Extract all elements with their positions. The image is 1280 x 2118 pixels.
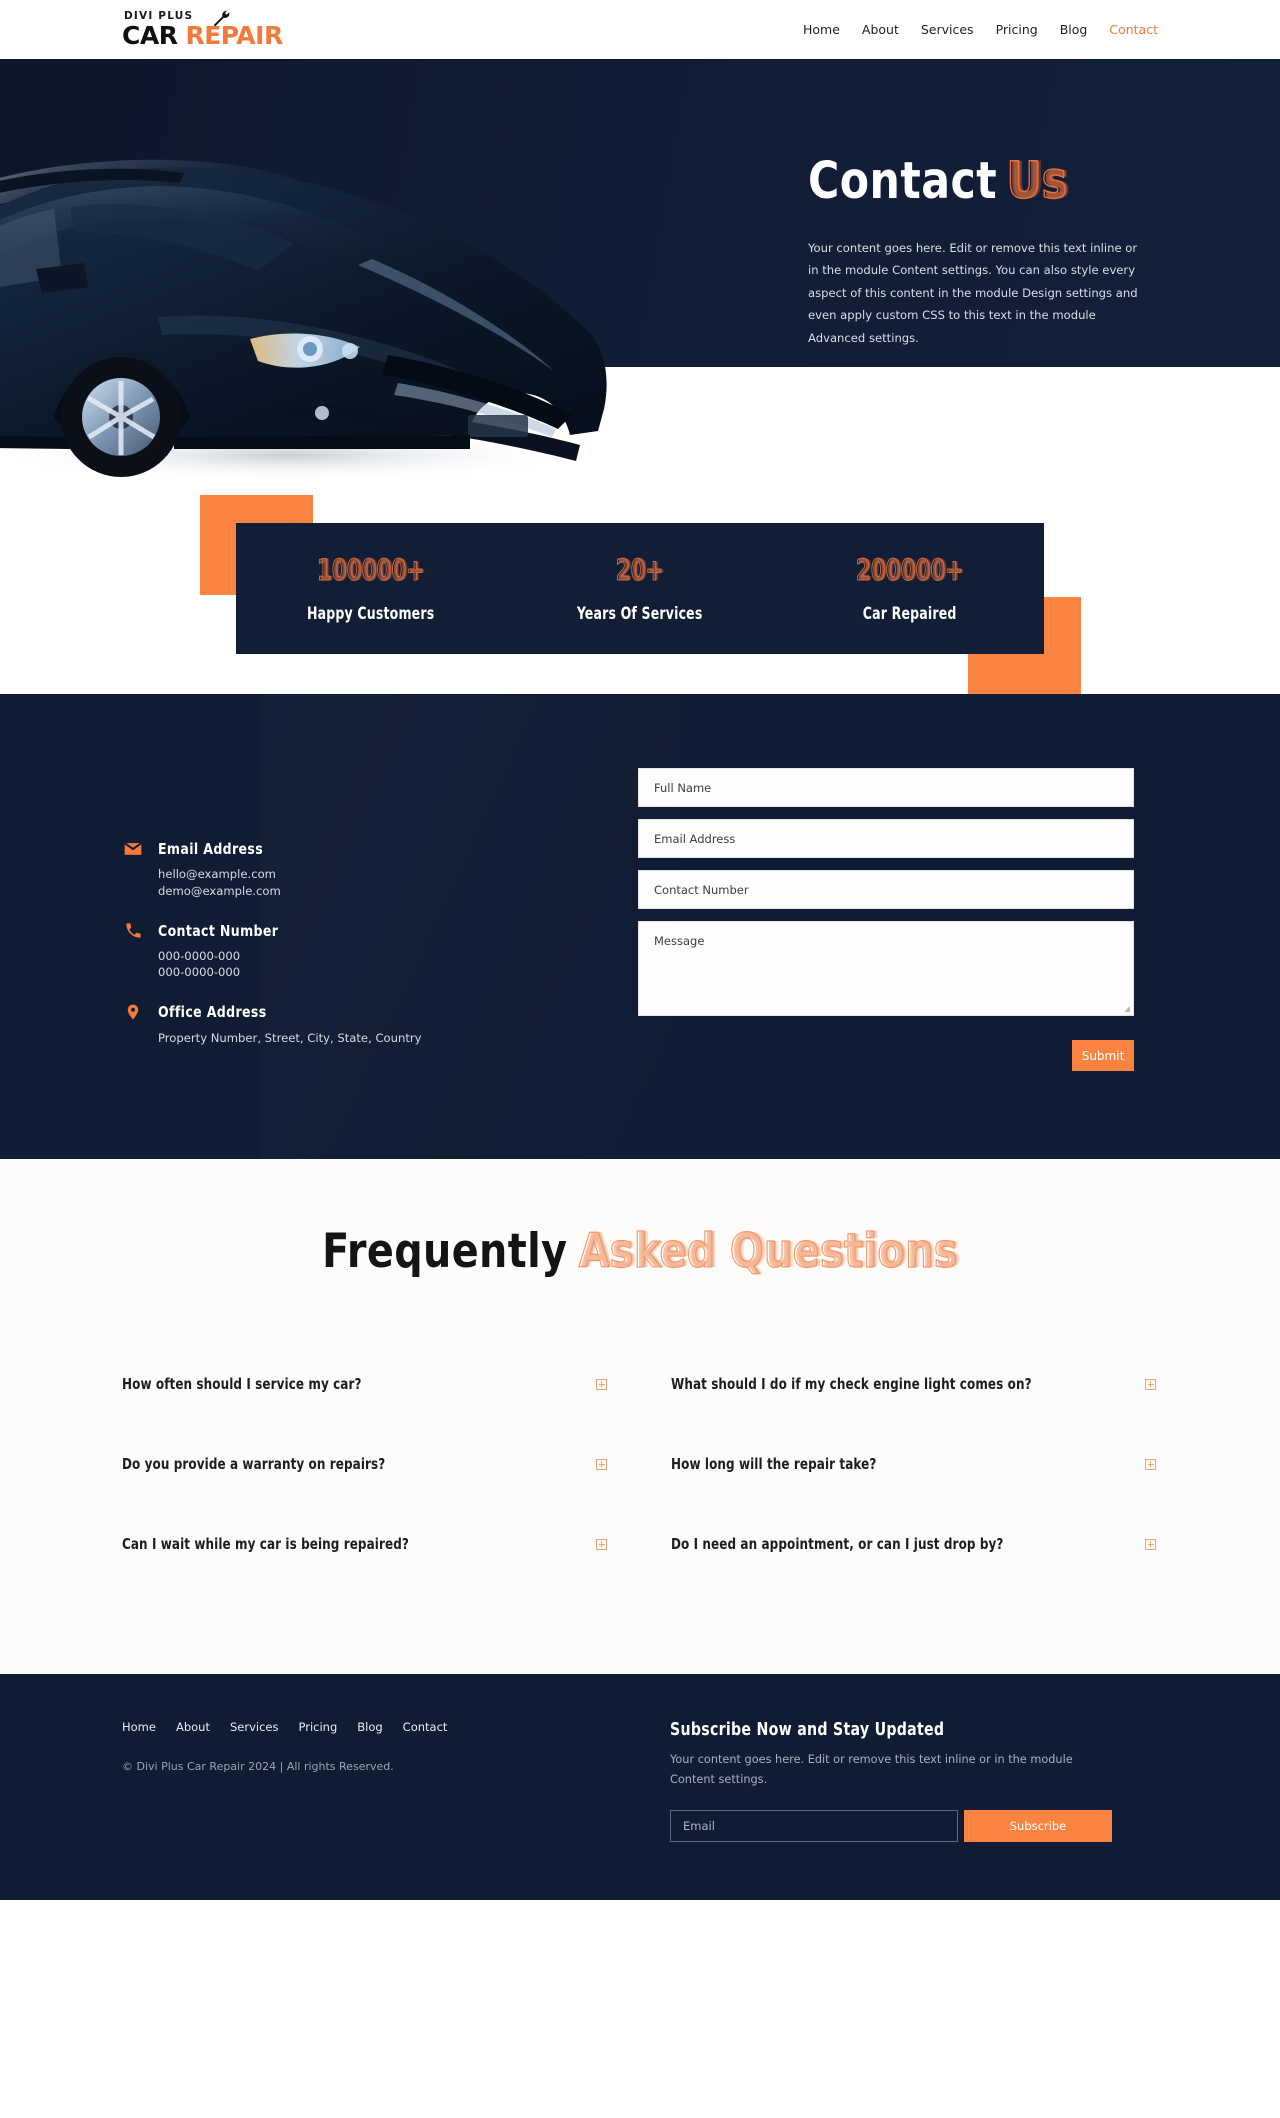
stat-item: 20+ Years Of Services [505,523,774,624]
contact-section: Email Address hello@example.com demo@exa… [0,694,1280,1159]
faq-grid: How often should I service my car? What … [122,1344,1158,1584]
footer-nav-item-about[interactable]: About [176,1720,210,1734]
faq-title-accent: Asked Questions [578,1224,958,1279]
stat-label: Years Of Services [577,604,703,624]
faq-section: Frequently Asked Questions How often shou… [0,1159,1280,1675]
site-header: DIVI PLUS CAR REPAIR Home About Services… [0,0,1280,59]
contact-info-address: Office Address Property Number, Street, … [122,1001,602,1046]
logo-car-text: CAR [122,21,178,51]
subscribe-title: Subscribe Now and Stay Updated [670,1720,945,1741]
map-pin-icon [122,1001,144,1023]
footer-nav-item-home[interactable]: Home [122,1720,156,1734]
footer-nav-item-blog[interactable]: Blog [357,1720,382,1734]
site-footer: Home About Services Pricing Blog Contact… [0,1674,1280,1900]
plus-box-icon[interactable] [596,1538,607,1550]
hero-paragraph: Your content goes here. Edit or remove t… [808,240,1138,345]
contact-info-title: Contact Number [158,921,279,940]
footer-nav-item-contact[interactable]: Contact [403,1720,448,1734]
subscribe-email-input[interactable]: Email [670,1809,958,1842]
email-field[interactable]: Email Address [638,819,1134,858]
message-placeholder: Message [654,934,705,948]
logo-wordmark: CAR REPAIR [122,23,283,48]
footer-nav-item-services[interactable]: Services [230,1720,279,1734]
plus-box-icon[interactable] [1145,1378,1156,1390]
contact-address-line: Property Number, Street, City, State, Co… [158,1031,422,1046]
faq-title-main: Frequently [322,1224,568,1279]
faq-item[interactable]: What should I do if my check engine ligh… [671,1344,1158,1424]
site-logo[interactable]: DIVI PLUS CAR REPAIR [122,9,283,48]
contact-info-column: Email Address hello@example.com demo@exa… [122,768,602,1071]
stat-number: 200000+ [855,553,964,587]
full-name-placeholder: Full Name [654,780,712,795]
hero-text-block: Contact Us Your content goes here. Edit o… [808,152,1148,350]
submit-button[interactable]: Submit [1072,1040,1134,1071]
subscribe-button[interactable]: Subscribe [964,1809,1112,1842]
stat-label: Car Repaired [862,604,957,624]
contact-phone-line[interactable]: 000-0000-000 [158,949,602,964]
message-field[interactable]: Message [638,921,1134,1016]
hero-title-accent: Us [1006,152,1068,211]
logo-tagline: DIVI PLUS [124,9,194,22]
faq-question: How long will the repair take? [671,1455,877,1474]
nav-item-services[interactable]: Services [921,22,974,37]
nav-item-blog[interactable]: Blog [1060,22,1088,37]
faq-question: Do I need an appointment, or can I just … [671,1535,1004,1554]
stat-item: 100000+ Happy Customers [236,523,505,624]
faq-question: Do you provide a warranty on repairs? [122,1455,386,1474]
footer-subscribe-column: Subscribe Now and Stay Updated Your cont… [670,1720,1130,1842]
logo-repair-text: REPAIR [185,21,283,51]
plus-box-icon[interactable] [1145,1458,1156,1470]
nav-item-contact[interactable]: Contact [1109,22,1158,37]
faq-item[interactable]: Do I need an appointment, or can I just … [671,1504,1158,1584]
faq-item[interactable]: Can I wait while my car is being repaire… [122,1504,609,1584]
contact-email-line[interactable]: hello@example.com [158,867,602,882]
contact-email-line[interactable]: demo@example.com [158,884,602,899]
stat-number: 20+ [616,553,664,587]
subscribe-email-placeholder: Email [683,1818,715,1833]
contact-phone-line[interactable]: 000-0000-000 [158,965,602,980]
contact-info-email: Email Address hello@example.com demo@exa… [122,838,602,899]
nav-item-about[interactable]: About [862,22,899,37]
stat-number: 100000+ [316,553,425,587]
faq-item[interactable]: How long will the repair take? [671,1424,1158,1504]
contact-number-field[interactable]: Contact Number [638,870,1134,909]
stat-label: Happy Customers [306,604,435,624]
stats-panel: 100000+ Happy Customers 20+ Years Of Ser… [236,523,1044,654]
email-placeholder: Email Address [654,831,736,846]
subscribe-paragraph: Your content goes here. Edit or remove t… [670,1753,1073,1787]
contact-number-placeholder: Contact Number [654,882,749,897]
contact-form: Full Name Email Address Contact Number M… [638,768,1138,1071]
page-title: Contact Us [808,152,1124,211]
contact-info-title: Email Address [158,840,264,858]
nav-item-home[interactable]: Home [803,22,840,37]
footer-nav[interactable]: Home About Services Pricing Blog Contact [122,1720,642,1734]
hero-section: Contact Us Your content goes here. Edit o… [0,59,1280,481]
footer-nav-item-pricing[interactable]: Pricing [298,1720,337,1734]
plus-box-icon[interactable] [1145,1538,1156,1550]
nav-item-pricing[interactable]: Pricing [996,22,1038,37]
plus-box-icon[interactable] [596,1378,607,1390]
footer-left-column: Home About Services Pricing Blog Contact… [122,1720,642,1842]
faq-item[interactable]: Do you provide a warranty on repairs? [122,1424,609,1504]
stats-section: 100000+ Happy Customers 20+ Years Of Ser… [0,479,1280,697]
faq-item[interactable]: How often should I service my car? [122,1344,609,1424]
contact-info-title: Office Address [158,1003,267,1022]
faq-question: What should I do if my check engine ligh… [671,1375,1032,1394]
copyright-text: © Divi Plus Car Repair 2024 | All rights… [122,1760,394,1774]
faq-title: Frequently Asked Questions [153,1224,1127,1279]
plus-box-icon[interactable] [596,1458,607,1470]
hero-title-main: Contact [808,152,998,211]
primary-nav[interactable]: Home About Services Pricing Blog Contact [803,22,1280,37]
phone-icon [122,920,144,942]
faq-question: Can I wait while my car is being repaire… [122,1535,409,1554]
stat-item: 200000+ Car Repaired [775,523,1044,624]
hero-car-image [0,117,658,517]
envelope-icon [122,838,144,860]
wrench-icon [213,10,230,27]
faq-question: How often should I service my car? [122,1375,362,1394]
contact-info-phone: Contact Number 000-0000-000 000-0000-000 [122,920,602,981]
full-name-field[interactable]: Full Name [638,768,1134,807]
